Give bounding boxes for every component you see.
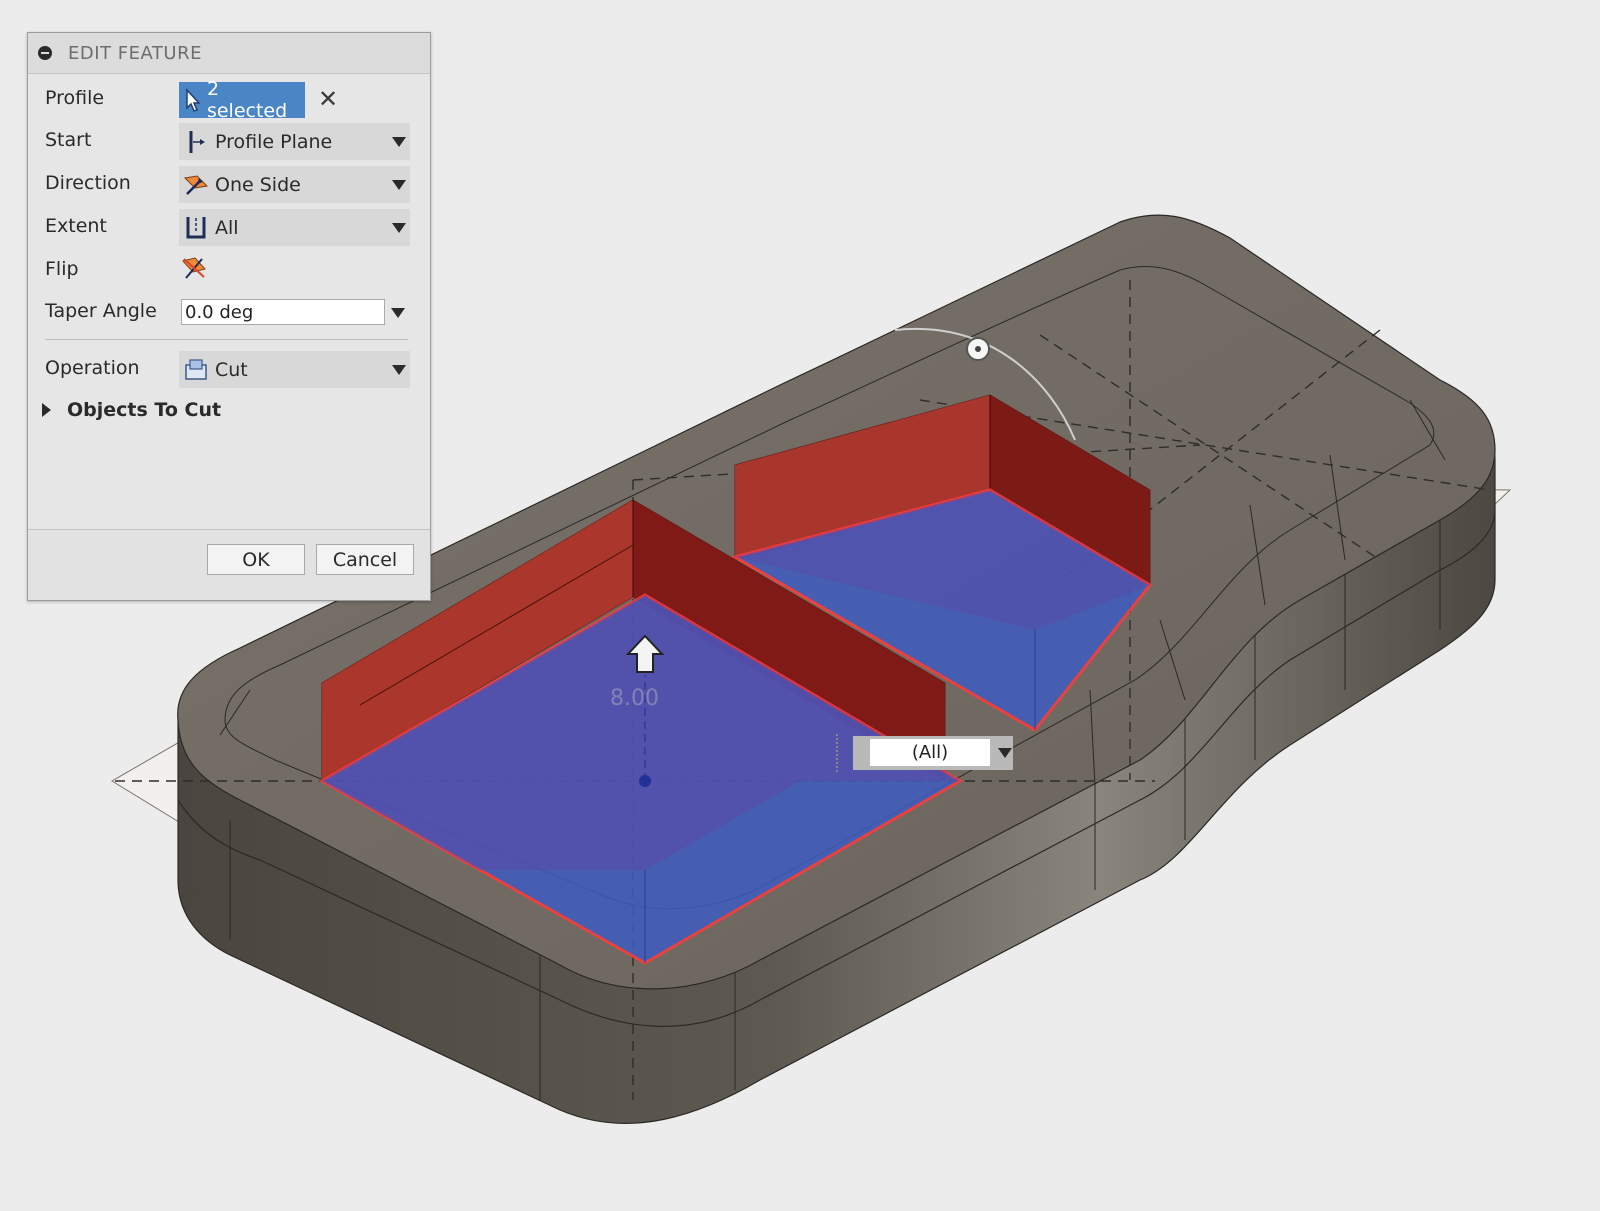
taper-angle-input[interactable] <box>181 299 385 325</box>
direction-label: Direction <box>45 172 131 194</box>
extent-dropdown[interactable]: (All) <box>853 736 1013 770</box>
objects-to-cut-toggle[interactable]: Objects To Cut <box>42 399 221 421</box>
flip-row: Flip <box>28 249 430 289</box>
operation-value: Cut <box>215 358 248 381</box>
cursor-icon <box>186 88 201 112</box>
operation-dropdown[interactable]: Cut <box>179 351 410 388</box>
start-value: Profile Plane <box>215 130 333 153</box>
extent-row: Extent All <box>28 206 430 246</box>
extent-dropdown-grip[interactable] <box>836 734 841 772</box>
chevron-down-icon <box>392 180 406 190</box>
chevron-down-icon[interactable] <box>391 308 405 318</box>
profile-plane-icon <box>183 129 209 155</box>
edit-feature-dialog: EDIT FEATURE Profile 2 selected ✕ Start … <box>27 32 431 601</box>
extent-dropdown-value[interactable]: (All) <box>870 739 990 766</box>
chevron-down-icon <box>392 365 406 375</box>
direction-row: Direction One Side <box>28 163 430 203</box>
taper-label: Taper Angle <box>45 300 157 322</box>
extent-dropdown-field[interactable]: All <box>179 209 410 246</box>
ok-button[interactable]: OK <box>207 544 305 575</box>
taper-row: Taper Angle <box>28 291 430 331</box>
extent-label: Extent <box>45 215 107 237</box>
cancel-button[interactable]: Cancel <box>316 544 414 575</box>
one-side-icon <box>183 172 209 198</box>
profile-label: Profile <box>45 87 105 109</box>
profile-row: Profile 2 selected ✕ <box>28 78 430 122</box>
start-row: Start Profile Plane <box>28 120 430 160</box>
profile-selection-button[interactable]: 2 selected <box>179 78 305 122</box>
expand-triangle-icon <box>42 403 51 417</box>
divider <box>45 339 408 340</box>
flip-label: Flip <box>45 258 79 280</box>
cut-icon <box>183 357 209 383</box>
clear-selection-icon[interactable]: ✕ <box>318 84 338 114</box>
operation-label: Operation <box>45 357 140 379</box>
flip-icon[interactable] <box>180 253 208 285</box>
dialog-footer: OK Cancel <box>28 529 430 600</box>
distance-label: 8.00 <box>610 686 659 711</box>
start-dropdown[interactable]: Profile Plane <box>179 123 410 160</box>
direction-value: One Side <box>215 173 301 196</box>
objects-to-cut-label: Objects To Cut <box>67 399 222 421</box>
extent-value: All <box>215 216 239 239</box>
chevron-down-icon[interactable] <box>998 748 1012 758</box>
dialog-header[interactable]: EDIT FEATURE <box>28 33 430 74</box>
extent-all-icon <box>183 215 209 241</box>
chevron-down-icon <box>392 137 406 147</box>
direction-dropdown[interactable]: One Side <box>179 166 410 203</box>
start-label: Start <box>45 129 92 151</box>
operation-row: Operation Cut <box>28 348 430 388</box>
profile-value: 2 selected <box>206 78 288 122</box>
dialog-title: EDIT FEATURE <box>68 42 202 64</box>
collapse-icon[interactable] <box>38 46 52 60</box>
chevron-down-icon <box>392 223 406 233</box>
